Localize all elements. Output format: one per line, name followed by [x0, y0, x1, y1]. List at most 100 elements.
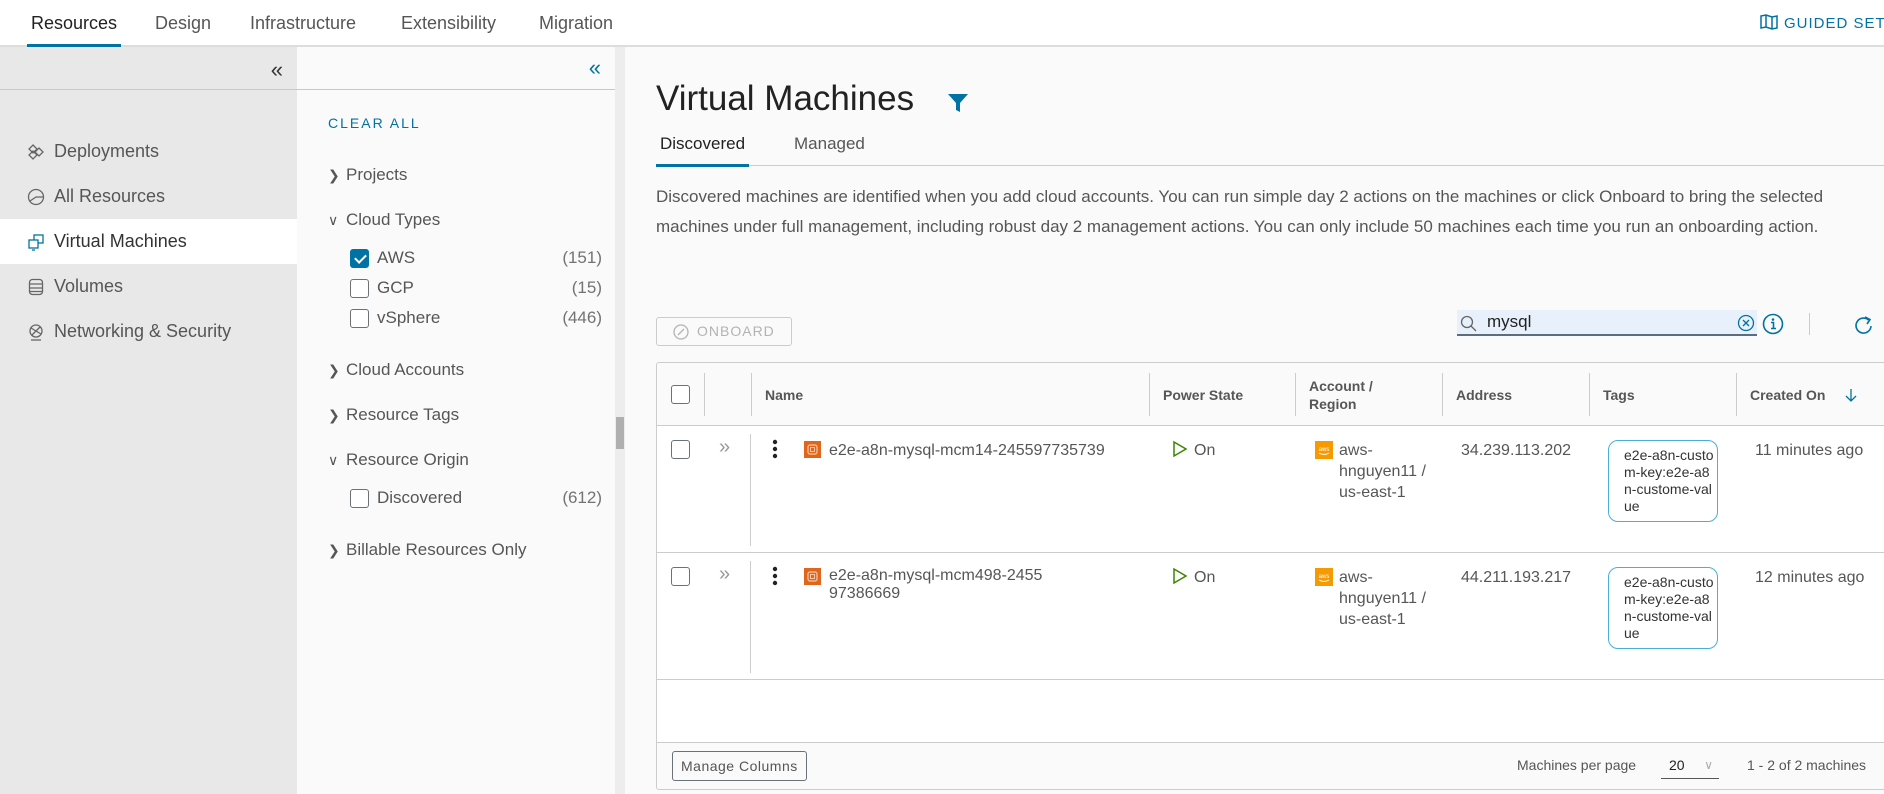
- header-address[interactable]: Address: [1442, 363, 1589, 426]
- page-size-select[interactable]: 20 ∨: [1661, 751, 1719, 779]
- filter-group-resource-origin[interactable]: ∨ Resource Origin: [328, 450, 469, 470]
- header-expand: [704, 363, 751, 426]
- volumes-icon: [28, 278, 44, 296]
- onboard-button[interactable]: ONBOARD: [656, 317, 792, 346]
- vm-name-link[interactable]: e2e-a8n-mysql-mcm498-245597386669: [829, 567, 1044, 603]
- aws-icon: aws: [1315, 568, 1333, 586]
- divider: [297, 89, 615, 90]
- tab-discovered[interactable]: Discovered: [655, 130, 750, 167]
- power-state: On: [1172, 440, 1215, 461]
- tab-managed[interactable]: Managed: [794, 130, 865, 166]
- per-page-label: Machines per page: [1517, 757, 1637, 773]
- option-count: (612): [562, 488, 602, 507]
- svg-text:aws: aws: [1319, 447, 1330, 453]
- filter-panel: « CLEAR ALL ❯ Projects ∨ Cloud Types AWS (…: [297, 47, 615, 794]
- filter-option-vsphere: vSphere (446): [350, 307, 602, 331]
- sidebar-item-volumes[interactable]: Volumes: [0, 264, 297, 309]
- page-title: Virtual Machines: [656, 79, 915, 118]
- filter-group-cloud-accounts[interactable]: ❯ Cloud Accounts: [328, 360, 464, 380]
- filter-group-projects[interactable]: ❯ Projects: [328, 165, 407, 185]
- header-label: Created On: [1750, 386, 1826, 403]
- option-label: GCP: [377, 278, 414, 297]
- tab-migration[interactable]: Migration: [539, 0, 613, 47]
- filter-group-label: Cloud Accounts: [346, 360, 465, 379]
- tab-infrastructure[interactable]: Infrastructure: [250, 0, 356, 47]
- clear-search-icon[interactable]: [1737, 314, 1755, 332]
- header-account-region[interactable]: Account / Region: [1295, 363, 1442, 426]
- search-input[interactable]: [1487, 310, 1727, 334]
- select-all-checkbox[interactable]: [671, 385, 690, 404]
- vm-name-link[interactable]: e2e-a8n-mysql-mcm14-245597735739: [829, 440, 1129, 461]
- chevron-down-icon: ∨: [328, 212, 339, 228]
- sort-descending-icon[interactable]: [1845, 388, 1857, 402]
- created-on: 12 minutes ago: [1755, 569, 1865, 586]
- filter-group-label: Cloud Types: [346, 210, 441, 229]
- filter-group-label: Resource Origin: [346, 450, 469, 469]
- header-power-state[interactable]: Power State: [1149, 363, 1295, 426]
- sidebar-item-deployments[interactable]: Deployments: [0, 129, 297, 174]
- header-label: Power State: [1163, 386, 1244, 403]
- divider: [0, 89, 297, 90]
- sidebar-item-label: Deployments: [54, 141, 160, 161]
- option-count: (446): [562, 308, 602, 327]
- sidebar-collapse-icon[interactable]: «: [271, 57, 283, 83]
- chevron-right-icon: ❯: [328, 167, 340, 183]
- power-on-icon: [1173, 567, 1188, 585]
- onboard-label: ONBOARD: [697, 323, 775, 339]
- filter-group-label: Projects: [346, 165, 408, 184]
- clear-all-link[interactable]: CLEAR ALL: [328, 115, 421, 131]
- tab-extensibility[interactable]: Extensibility: [401, 0, 496, 47]
- filter-group-billable[interactable]: ❯ Billable Resources Only: [328, 540, 526, 560]
- account-region: aws-hnguyen11 / us-east-1: [1339, 569, 1426, 628]
- filter-group-cloud-types[interactable]: ∨ Cloud Types: [328, 210, 440, 230]
- filter-option-discovered: Discovered (612): [350, 487, 602, 511]
- info-icon[interactable]: [1762, 313, 1784, 335]
- sidebar-item-networking-security[interactable]: Networking & Security: [0, 309, 297, 354]
- refresh-icon[interactable]: [1853, 315, 1875, 337]
- chevron-down-icon: ∨: [1704, 758, 1713, 772]
- table-row[interactable]: » e2e-a8n-mysql-mcm14-245597735739 On aw…: [657, 426, 1884, 553]
- filter-collapse-icon[interactable]: «: [589, 55, 601, 81]
- address: 34.239.113.202: [1461, 442, 1572, 459]
- tag-chip[interactable]: e2e-a8n-custom-key:e2e-a8n-custome-value: [1608, 567, 1718, 649]
- filter-group-label: Billable Resources Only: [346, 540, 527, 559]
- top-nav: Resources Design Infrastructure Extensib…: [0, 0, 1884, 47]
- expand-row-icon[interactable]: »: [719, 563, 730, 586]
- sidebar-item-label: All Resources: [54, 186, 166, 206]
- option-count: (151): [562, 248, 602, 267]
- sidebar-item-label: Virtual Machines: [54, 231, 187, 251]
- header-label: Name: [765, 386, 804, 403]
- guided-setup-button[interactable]: GUIDED SETUP: [1760, 0, 1884, 47]
- table-row[interactable]: » e2e-a8n-mysql-mcm498-245597386669 On a…: [657, 553, 1884, 680]
- tab-resources[interactable]: Resources: [26, 0, 122, 47]
- header-created-on[interactable]: Created On: [1736, 363, 1884, 426]
- page-size-value: 20: [1669, 757, 1685, 773]
- discovered-checkbox[interactable]: [350, 489, 369, 508]
- option-count: (15): [571, 278, 602, 297]
- sidebar-item-label: Networking & Security: [54, 321, 232, 341]
- tab-design[interactable]: Design: [155, 0, 211, 47]
- filter-group-resource-tags[interactable]: ❯ Resource Tags: [328, 405, 459, 425]
- sidebar-item-virtual-machines[interactable]: Virtual Machines: [0, 219, 297, 264]
- vm-datagrid: Name Power State Account / Region Addres…: [656, 362, 1884, 790]
- aws-checkbox[interactable]: [350, 249, 369, 268]
- row-checkbox[interactable]: [671, 567, 690, 586]
- header-label: Account / Region: [1309, 377, 1373, 412]
- divider: [750, 434, 751, 546]
- tag-chip[interactable]: e2e-a8n-custom-key:e2e-a8n-custome-value: [1608, 440, 1718, 522]
- row-checkbox[interactable]: [671, 440, 690, 459]
- actions-kebab-icon[interactable]: [772, 566, 778, 586]
- sidebar-item-label: Volumes: [54, 276, 124, 296]
- vsphere-checkbox[interactable]: [350, 309, 369, 328]
- sidebar-item-all-resources[interactable]: All Resources: [0, 174, 297, 219]
- filter-icon[interactable]: [947, 93, 969, 113]
- header-name[interactable]: Name: [751, 363, 1149, 426]
- actions-kebab-icon[interactable]: [772, 439, 778, 459]
- expand-row-icon[interactable]: »: [719, 436, 730, 459]
- gcp-checkbox[interactable]: [350, 279, 369, 298]
- scrollbar-thumb[interactable]: [616, 417, 624, 449]
- manage-columns-button[interactable]: Manage Columns: [672, 751, 807, 781]
- header-tags[interactable]: Tags: [1589, 363, 1736, 426]
- filter-scrollbar[interactable]: [615, 47, 625, 794]
- compass-icon: [673, 324, 689, 340]
